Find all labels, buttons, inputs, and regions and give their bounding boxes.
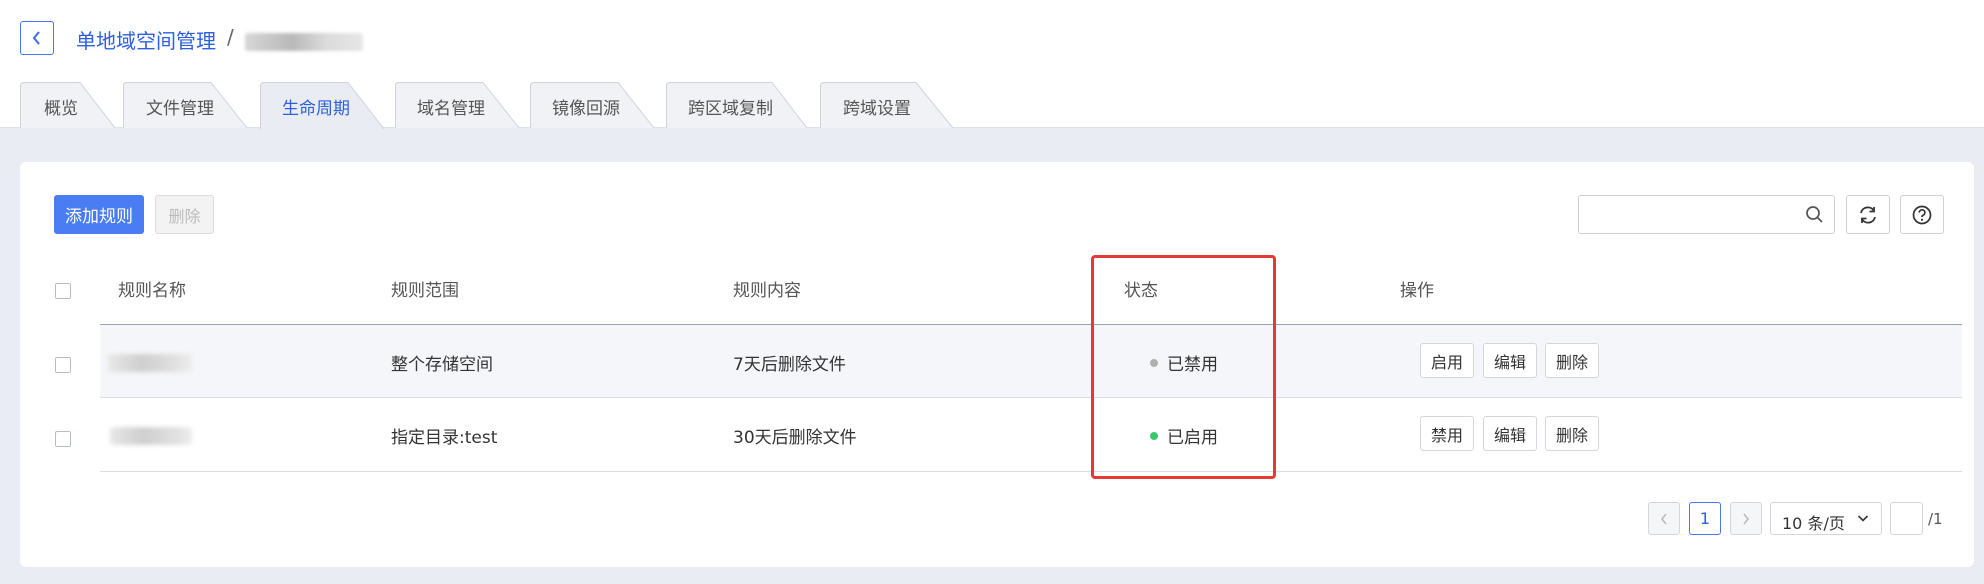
prev-page-button[interactable] (1648, 502, 1680, 535)
enable-button[interactable]: 启用 (1420, 343, 1475, 378)
page-total: /1 (1928, 510, 1943, 528)
chevron-left-icon (32, 31, 40, 45)
page-size-select[interactable]: 10 条/页 (1770, 502, 1882, 535)
page-number-current[interactable]: 1 (1689, 502, 1721, 535)
breadcrumb-separator: / (227, 25, 234, 49)
search-icon[interactable] (1805, 205, 1824, 224)
tab-domain-management-label: 域名管理 (417, 99, 485, 119)
tab-cross-region-replication-label: 跨区域复制 (688, 99, 773, 119)
row-checkbox[interactable] (55, 357, 71, 373)
breadcrumb-parent-link[interactable]: 单地域空间管理 (76, 25, 216, 54)
tab-mirror-origin-label: 镜像回源 (552, 99, 620, 119)
edit-button[interactable]: 编辑 (1483, 343, 1538, 378)
refresh-button[interactable] (1846, 195, 1890, 234)
disable-button[interactable]: 禁用 (1420, 416, 1475, 451)
select-all-checkbox[interactable] (55, 283, 71, 299)
rule-content: 30天后删除文件 (733, 428, 857, 448)
tab-cors-settings-label: 跨域设置 (843, 99, 911, 119)
chevron-right-icon (1743, 513, 1750, 524)
header-rule-scope: 规则范围 (391, 281, 459, 301)
header-rule-name: 规则名称 (118, 281, 186, 301)
add-rule-button[interactable]: 添加规则 (54, 195, 144, 234)
delete-button[interactable]: 删除 (1545, 416, 1600, 451)
rule-scope: 指定目录:test (391, 428, 498, 448)
search-box (1578, 195, 1835, 234)
header-rule-content: 规则内容 (733, 281, 801, 301)
help-icon (1912, 205, 1932, 224)
rule-name-blurred (110, 427, 192, 445)
edit-button[interactable]: 编辑 (1483, 416, 1538, 451)
bulk-delete-button: 删除 (155, 195, 214, 234)
page-size-value: 10 条/页 (1782, 514, 1845, 533)
rule-scope: 整个存储空间 (391, 355, 493, 375)
next-page-button[interactable] (1730, 502, 1762, 535)
chevron-left-icon (1660, 513, 1667, 524)
breadcrumb-current-blurred (245, 33, 363, 51)
refresh-icon (1860, 206, 1876, 223)
chevron-down-icon (1857, 515, 1869, 522)
tab-overview-label: 概览 (44, 99, 78, 119)
row-checkbox[interactable] (55, 431, 71, 447)
status-column-highlight-box (1091, 255, 1276, 479)
delete-button[interactable]: 删除 (1545, 343, 1600, 378)
table-row: 整个存储空间 7天后删除文件 已禁用 启用 编辑 删除 (100, 324, 1962, 398)
tab-file-management-label: 文件管理 (146, 99, 214, 119)
help-button[interactable] (1900, 195, 1944, 234)
search-input[interactable] (1579, 196, 1789, 233)
back-button[interactable] (20, 21, 54, 55)
rule-content: 7天后删除文件 (733, 355, 846, 375)
tab-lifecycle-label: 生命周期 (282, 99, 350, 119)
lifecycle-rules-panel: 添加规则 删除 规则名称 规则范围 规则内容 状态 操作 整个存储空间 7天后删… (20, 162, 1974, 567)
header-actions: 操作 (1400, 281, 1434, 301)
table-row: 指定目录:test 30天后删除文件 已启用 禁用 编辑 删除 (100, 398, 1962, 472)
rule-name-blurred (108, 354, 192, 372)
page-jump-input[interactable] (1890, 502, 1923, 535)
page-header: 单地域空间管理 / 概览 文件管理 生命周期 域名管理 镜像回源 跨区域复制 跨… (0, 0, 1984, 129)
